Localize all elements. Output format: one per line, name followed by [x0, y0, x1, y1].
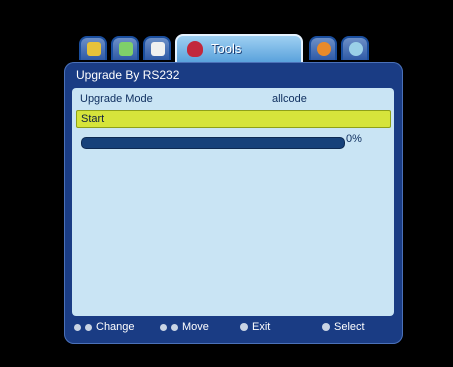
select-hint: Select: [322, 321, 365, 333]
move-label: Move: [182, 321, 209, 333]
panel-title: Upgrade By RS232: [76, 68, 180, 82]
upgrade-mode-label: Upgrade Mode: [80, 93, 153, 105]
left-arrow-icon: [74, 323, 81, 331]
exit-hint: Exit: [240, 321, 270, 333]
tab-antenna[interactable]: [111, 36, 139, 60]
change-label: Change: [96, 321, 135, 333]
up-arrow-icon: [160, 323, 167, 331]
menu-tab-bar: Tools: [73, 34, 393, 62]
tools-icon: [187, 41, 203, 57]
tab-tools-label: Tools: [211, 41, 242, 56]
upgrade-mode-row[interactable]: Upgrade Mode allcode: [76, 91, 390, 107]
panel-content: Upgrade Mode allcode Start 0%: [72, 88, 394, 316]
tab-channel[interactable]: [143, 36, 171, 60]
tab-satellite[interactable]: [79, 36, 107, 60]
change-hint: Change: [74, 321, 135, 333]
channel-icon: [151, 42, 165, 56]
tab-media[interactable]: [309, 36, 337, 60]
settings-icon: [349, 42, 363, 56]
progress-bar: [81, 137, 345, 149]
exit-label: Exit: [252, 321, 271, 333]
tv-screen: Tools Upgrade By RS232 Upgrade Mode allc…: [0, 0, 453, 367]
ok-icon: [322, 323, 330, 331]
select-label: Select: [334, 321, 365, 333]
satellite-icon: [87, 42, 101, 56]
upgrade-panel: Upgrade By RS232 Upgrade Mode allcode St…: [64, 62, 403, 344]
tab-settings[interactable]: [341, 36, 369, 60]
progress-percent: 0%: [346, 133, 362, 145]
antenna-icon: [119, 42, 133, 56]
right-arrow-icon: [85, 323, 92, 331]
move-hint: Move: [160, 321, 209, 333]
tab-tools[interactable]: Tools: [175, 34, 303, 62]
down-arrow-icon: [171, 323, 178, 331]
exit-icon: [240, 323, 248, 331]
start-label: Start: [81, 113, 105, 125]
media-icon: [317, 42, 331, 56]
start-row[interactable]: Start: [76, 110, 391, 128]
upgrade-mode-value: allcode: [272, 93, 307, 105]
footer-hints: Change Move Exit Select: [64, 317, 403, 341]
